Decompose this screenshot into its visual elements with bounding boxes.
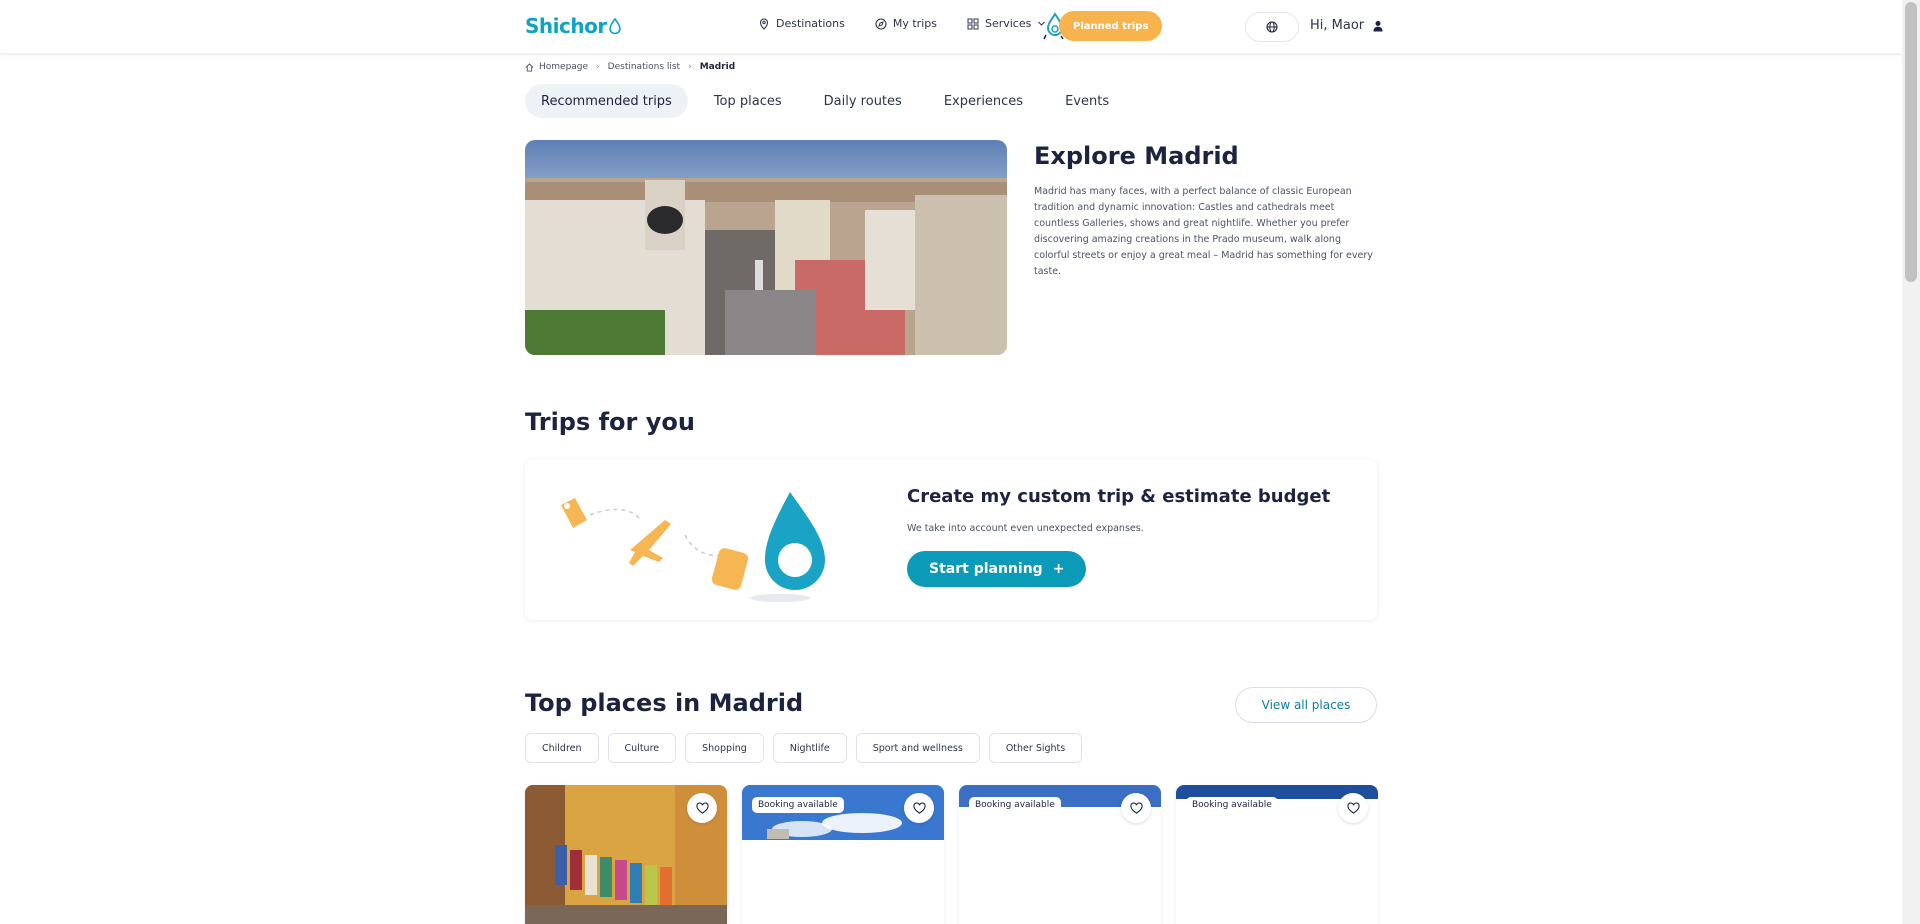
breadcrumb-separator-icon: ›: [688, 62, 692, 72]
top-header: Shichor Destinations My trips Services P…: [0, 0, 1902, 54]
favorite-button[interactable]: [1338, 793, 1368, 823]
tab-top-places[interactable]: Top places: [698, 84, 798, 118]
place-card[interactable]: Booking available: [1176, 785, 1378, 924]
favorite-button[interactable]: [1121, 793, 1151, 823]
nav-my-trips[interactable]: My trips: [875, 17, 937, 30]
custom-trip-subtitle: We take into account even unexpected exp…: [907, 523, 1144, 534]
heart-icon: [1129, 801, 1143, 814]
booking-available-badge: Booking available: [1186, 797, 1278, 813]
planned-trips-button[interactable]: Planned trips: [1059, 11, 1163, 41]
breadcrumb-homepage[interactable]: Homepage: [539, 62, 588, 72]
location-pin-icon: [759, 17, 769, 30]
nav-destinations[interactable]: Destinations: [758, 17, 845, 30]
plus-icon: +: [1052, 561, 1065, 577]
breadcrumb-destinations-list[interactable]: Destinations list: [608, 62, 680, 72]
madrid-hero-image: [525, 140, 1007, 355]
chip-shopping[interactable]: Shopping: [685, 733, 764, 763]
home-icon: [525, 62, 534, 72]
breadcrumb-current: Madrid: [699, 62, 736, 72]
greeting-text: Hi, Maor: [1310, 18, 1365, 33]
place-filter-chips: Children Culture Shopping Nightlife Spor…: [525, 733, 1091, 763]
tab-recommended-trips[interactable]: Recommended trips: [525, 84, 688, 118]
start-planning-label: Start planning: [929, 561, 1043, 577]
tab-daily-routes[interactable]: Daily routes: [808, 84, 918, 118]
logo-drop-icon: [608, 18, 621, 34]
nav-destinations-label: Destinations: [776, 17, 845, 30]
page-scrollbar[interactable]: [1902, 0, 1920, 924]
chip-nightlife[interactable]: Nightlife: [772, 733, 847, 763]
tab-experiences[interactable]: Experiences: [928, 84, 1039, 118]
tab-events[interactable]: Events: [1049, 84, 1125, 118]
compass-icon: [875, 17, 887, 30]
custom-trip-title: Create my custom trip & estimate budget: [907, 486, 1331, 507]
heart-icon: [695, 801, 709, 814]
heart-icon: [912, 801, 926, 814]
nav-my-trips-label: My trips: [892, 17, 937, 30]
destination-tabs: Recommended trips Top places Daily route…: [525, 84, 1135, 118]
language-button[interactable]: [1245, 12, 1299, 42]
breadcrumb-separator-icon: ›: [596, 62, 600, 72]
shichor-logo[interactable]: Shichor: [525, 14, 621, 38]
trip-planning-illustration: [561, 492, 825, 602]
planned-trips[interactable]: Planned trips: [1041, 11, 1163, 41]
trips-section-title: Trips for you: [525, 408, 695, 436]
favorite-button[interactable]: [904, 793, 934, 823]
logo-text: Shichor: [525, 14, 607, 38]
globe-icon: [1266, 21, 1278, 33]
booking-available-badge: Booking available: [752, 797, 844, 813]
booking-available-badge: Booking available: [969, 797, 1061, 813]
chip-culture[interactable]: Culture: [607, 733, 677, 763]
place-card[interactable]: [525, 785, 727, 924]
explore-title: Explore Madrid: [1034, 142, 1239, 170]
place-card[interactable]: Booking available: [959, 785, 1161, 924]
explore-description: Madrid has many faces, with a perfect ba…: [1034, 186, 1373, 277]
view-all-places-button[interactable]: View all places: [1235, 687, 1377, 723]
place-card[interactable]: Booking available: [742, 785, 944, 924]
scrollbar-thumb[interactable]: [1905, 2, 1917, 282]
user-menu[interactable]: Hi, Maor: [1310, 18, 1384, 33]
chip-sport-wellness[interactable]: Sport and wellness: [855, 733, 980, 763]
start-planning-button[interactable]: Start planning +: [907, 551, 1087, 587]
nav-services-label: Services: [984, 17, 1032, 30]
main-nav: Destinations My trips Services: [758, 17, 1076, 30]
grid-icon: [967, 18, 979, 29]
chip-other-sights[interactable]: Other Sights: [988, 733, 1083, 763]
heart-icon: [1346, 801, 1360, 814]
top-places-title: Top places in Madrid: [525, 689, 804, 717]
breadcrumb: Homepage › Destinations list › Madrid: [525, 62, 735, 72]
nav-services[interactable]: Services: [967, 17, 1046, 30]
custom-trip-card: Create my custom trip & estimate budget …: [525, 460, 1377, 620]
chip-children[interactable]: Children: [525, 733, 599, 763]
favorite-button[interactable]: [687, 793, 717, 823]
user-icon: [1373, 20, 1383, 31]
